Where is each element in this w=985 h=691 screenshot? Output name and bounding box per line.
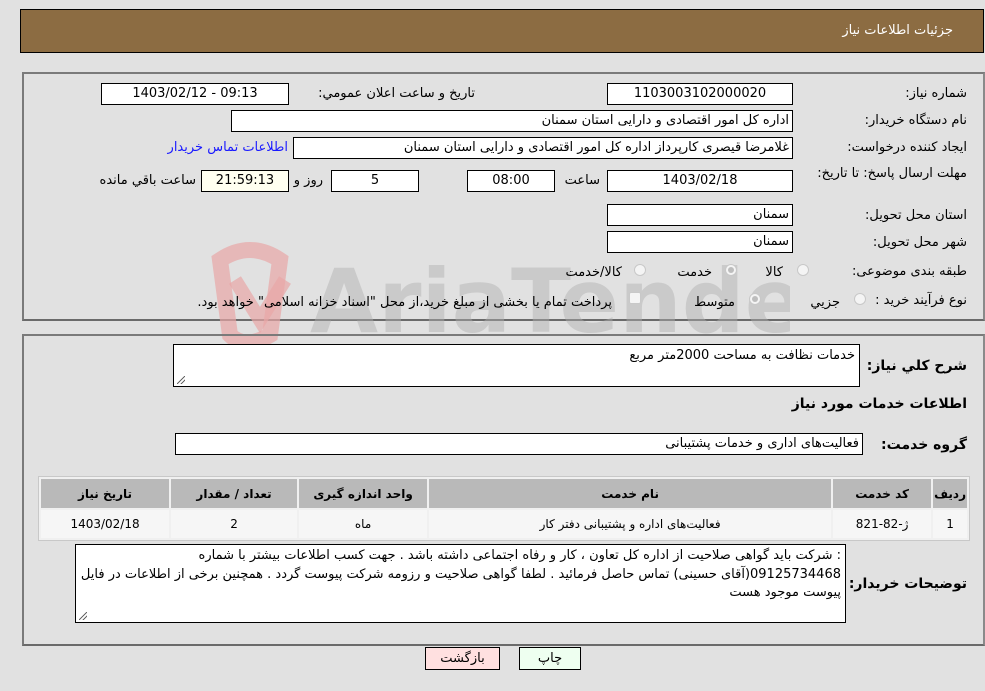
buyer-notes-text: : شرکت باید گواهی صلاحیت از اداره کل تعا… xyxy=(80,548,841,600)
delivery-province-field: سمنان xyxy=(607,204,793,226)
delivery-province-label: استان محل تحویل: xyxy=(865,208,967,223)
buyer-org-field: اداره کل امور اقتصادی و دارایی استان سمن… xyxy=(231,110,793,132)
cell-unit: ماه xyxy=(299,510,428,538)
column-header-row-number: ردیف xyxy=(933,479,967,508)
days-label: روز و xyxy=(293,173,323,188)
purchase-radio-medium[interactable] xyxy=(749,293,761,305)
requester-field: غلامرضا قیصری کارپرداز اداره کل امور اقت… xyxy=(293,137,793,159)
service-group-label: گروه خدمت: xyxy=(881,437,967,453)
time-remaining-field: 21:59:13 xyxy=(201,170,289,192)
column-header-need-date: تاریخ نیاز xyxy=(41,479,170,508)
category-label: طبقه بندی موضوعی: xyxy=(851,264,967,279)
resize-handle-icon[interactable] xyxy=(177,376,185,384)
column-header-service-code: کد خدمت xyxy=(833,479,932,508)
back-button[interactable]: بازگشت xyxy=(425,647,500,670)
announce-datetime-field: 1403/02/12 - 09:13 xyxy=(101,83,289,105)
summary-label: شرح کلي نياز: xyxy=(866,358,967,374)
announce-datetime-label: تاریخ و ساعت اعلان عمومي: xyxy=(318,86,475,101)
table-header-row: ردیف کد خدمت نام خدمت واحد اندازه گیری ت… xyxy=(41,479,967,508)
buyer-notes-textarea[interactable]: : شرکت باید گواهی صلاحیت از اداره کل تعا… xyxy=(75,544,846,623)
services-table: ردیف کد خدمت نام خدمت واحد اندازه گیری ت… xyxy=(38,476,970,541)
summary-textarea[interactable]: خدمات نظافت به مساحت 2000متر مربع xyxy=(173,344,860,387)
category-option-goods: کالا xyxy=(765,265,783,280)
page-title: جزئیات اطلاعات نیاز xyxy=(842,23,953,38)
purchase-option-minor: جزيي xyxy=(810,295,840,310)
requester-label: ایجاد کننده درخواست: xyxy=(847,140,967,155)
buyer-contact-link[interactable]: اطلاعات تماس خریدار xyxy=(168,140,288,155)
services-section-title: اطلاعات خدمات مورد نیاز xyxy=(791,396,967,412)
column-header-service-name: نام خدمت xyxy=(429,479,832,508)
cell-need-date: 1403/02/18 xyxy=(41,510,170,538)
buyer-org-label: نام دستگاه خریدار: xyxy=(864,113,967,128)
cell-service-code: ژ-82-821 xyxy=(833,510,932,538)
category-radio-service[interactable] xyxy=(725,264,737,276)
treasury-note: پرداخت تمام یا بخشی از مبلغ خرید،از محل … xyxy=(197,295,612,310)
print-button[interactable]: چاپ xyxy=(519,647,581,670)
treasury-checkbox[interactable] xyxy=(629,292,641,304)
category-radio-goods-service[interactable] xyxy=(634,264,646,276)
time-remaining-label: ساعت باقي مانده xyxy=(99,173,196,188)
deadline-time-field: 08:00 xyxy=(467,170,555,192)
need-number-field: 1103003102000020 xyxy=(607,83,793,105)
service-group-field: فعالیت‌های اداری و خدمات پشتیبانی xyxy=(175,433,863,455)
days-remaining-field: 5 xyxy=(331,170,419,192)
deadline-label: مهلت ارسال پاسخ: تا تاریخ: xyxy=(817,166,967,181)
purchase-radio-minor[interactable] xyxy=(854,293,866,305)
page-header: جزئیات اطلاعات نیاز xyxy=(20,9,984,53)
cell-quantity: 2 xyxy=(171,510,298,538)
cell-service-name: فعالیت‌های اداره و پشتیبانی دفتر کار xyxy=(429,510,832,538)
cell-row-number: 1 xyxy=(933,510,967,538)
buyer-notes-label: توضیحات خریدار: xyxy=(848,576,967,592)
delivery-city-field: سمنان xyxy=(607,231,793,253)
summary-text: خدمات نظافت به مساحت 2000متر مربع xyxy=(629,348,855,363)
resize-handle-icon[interactable] xyxy=(79,612,87,620)
delivery-city-label: شهر محل تحویل: xyxy=(872,235,967,250)
table-row: 1 ژ-82-821 فعالیت‌های اداره و پشتیبانی د… xyxy=(41,510,967,538)
category-option-service: خدمت xyxy=(677,265,712,280)
need-number-label: شماره نیاز: xyxy=(905,86,967,101)
category-radio-goods[interactable] xyxy=(797,264,809,276)
column-header-quantity: تعداد / مقدار xyxy=(171,479,298,508)
deadline-time-label: ساعت xyxy=(564,173,600,188)
category-option-goods-service: کالا/خدمت xyxy=(565,265,622,280)
deadline-date-field: 1403/02/18 xyxy=(607,170,793,192)
column-header-unit: واحد اندازه گیری xyxy=(299,479,428,508)
purchase-option-medium: متوسط xyxy=(694,295,735,310)
purchase-type-label: نوع فرآیند خرید : xyxy=(875,293,967,308)
